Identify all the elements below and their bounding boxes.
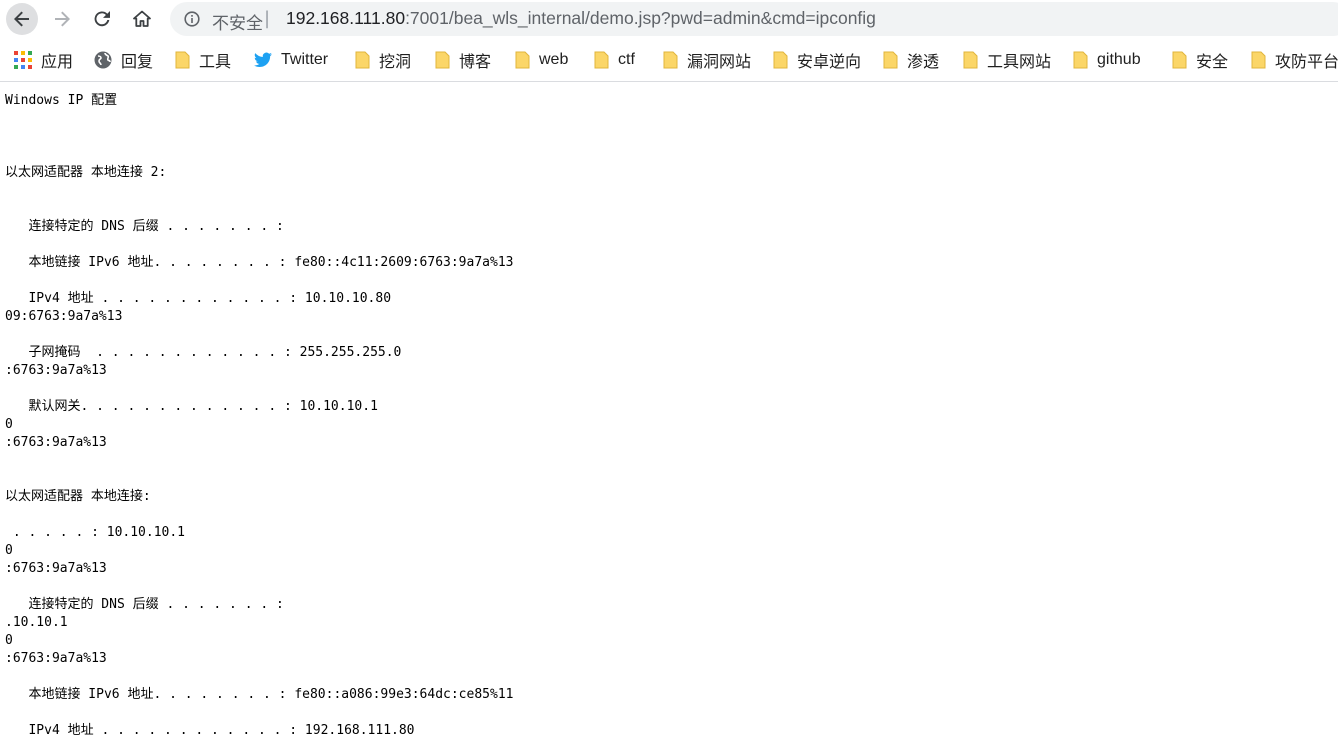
folder-icon — [963, 51, 978, 69]
apps-grid-icon — [14, 51, 32, 69]
bookmark-label: 工具 — [199, 54, 232, 71]
bookmark-folder-tools[interactable]: 工具 — [175, 38, 232, 81]
bookmark-folder-ctf[interactable]: ctf — [594, 38, 635, 81]
folder-icon — [515, 51, 530, 69]
folder-icon — [594, 51, 609, 69]
bookmark-label: 攻防平台 — [1275, 54, 1338, 71]
bookmark-label: 漏洞网站 — [687, 54, 752, 71]
bookmark-folder-dig[interactable]: 挖洞 — [355, 38, 412, 81]
bookmark-label: 回复 — [121, 54, 154, 71]
reload-icon — [94, 11, 110, 27]
security-separator: | — [264, 8, 271, 29]
bookmark-label: 工具网站 — [987, 54, 1052, 71]
bookmark-label: 安卓逆向 — [797, 54, 862, 71]
bookmark-label: Twitter — [281, 51, 329, 68]
folder-icon — [175, 51, 190, 69]
bookmark-folder-ctf-platform[interactable]: 攻防平台 — [1251, 38, 1338, 81]
folder-icon — [1172, 51, 1187, 69]
folder-icon — [883, 51, 898, 69]
info-icon[interactable] — [184, 11, 200, 27]
bookmark-folder-pentest[interactable]: 渗透 — [883, 38, 940, 81]
bookmark-folder-blog[interactable]: 博客 — [435, 38, 492, 81]
bookmark-folder-android-re[interactable]: 安卓逆向 — [773, 38, 862, 81]
twitter-bird-icon — [254, 52, 272, 68]
bookmark-label: 应用 — [41, 54, 74, 71]
bookmark-folder-web[interactable]: web — [515, 38, 569, 81]
forward-button[interactable] — [46, 3, 78, 35]
url-text[interactable]: 192.168.111.80:7001/bea_wls_internal/dem… — [286, 8, 876, 29]
home-button[interactable] — [126, 3, 158, 35]
folder-icon — [435, 51, 450, 69]
bookmark-reply[interactable]: 回复 — [94, 38, 154, 81]
url-host: 192.168.111.80 — [286, 8, 406, 28]
security-status-label[interactable]: 不安全 — [212, 9, 263, 34]
folder-icon — [663, 51, 678, 69]
folder-icon — [773, 51, 788, 69]
globe-icon — [94, 51, 112, 69]
bookmark-label: 挖洞 — [379, 54, 412, 71]
bookmark-label: web — [539, 51, 569, 68]
bookmark-label: 博客 — [459, 54, 492, 71]
arrow-left-icon — [14, 11, 29, 27]
bookmark-label: 安全 — [1196, 54, 1229, 71]
bookmark-label: ctf — [618, 51, 635, 68]
page-content: Windows IP 配置 以太网适配器 本地连接 2: 连接特定的 DNS 后… — [0, 83, 1338, 750]
bookmark-folder-github[interactable]: github — [1073, 38, 1141, 81]
reload-button[interactable] — [86, 3, 118, 35]
bookmark-twitter[interactable]: Twitter — [254, 38, 329, 81]
bookmark-folder-security[interactable]: 安全 — [1172, 38, 1229, 81]
bookmark-label: github — [1097, 51, 1141, 68]
url-path: :7001/bea_wls_internal/demo.jsp?pwd=admi… — [405, 8, 876, 28]
folder-icon — [1251, 51, 1266, 69]
bookmark-folder-vuln-sites[interactable]: 漏洞网站 — [663, 38, 752, 81]
folder-icon — [355, 51, 370, 69]
browser-toolbar: 不安全 | 192.168.111.80:7001/bea_wls_intern… — [0, 0, 1338, 38]
folder-icon — [1073, 51, 1088, 69]
bookmark-folder-tool-sites[interactable]: 工具网站 — [963, 38, 1052, 81]
bookmark-apps[interactable]: 应用 — [14, 38, 74, 81]
bookmark-label: 渗透 — [907, 54, 940, 71]
back-button[interactable] — [6, 3, 38, 35]
bookmarks-bar: 应用 回复 工具 Twitter 挖洞 博客 web ctf 漏洞网站 安卓逆向… — [0, 38, 1338, 82]
home-icon — [133, 10, 151, 27]
address-bar[interactable]: 不安全 | 192.168.111.80:7001/bea_wls_intern… — [170, 2, 1338, 36]
ipconfig-output-text: Windows IP 配置 以太网适配器 本地连接 2: 连接特定的 DNS 后… — [5, 93, 514, 738]
arrow-right-icon — [55, 11, 70, 27]
